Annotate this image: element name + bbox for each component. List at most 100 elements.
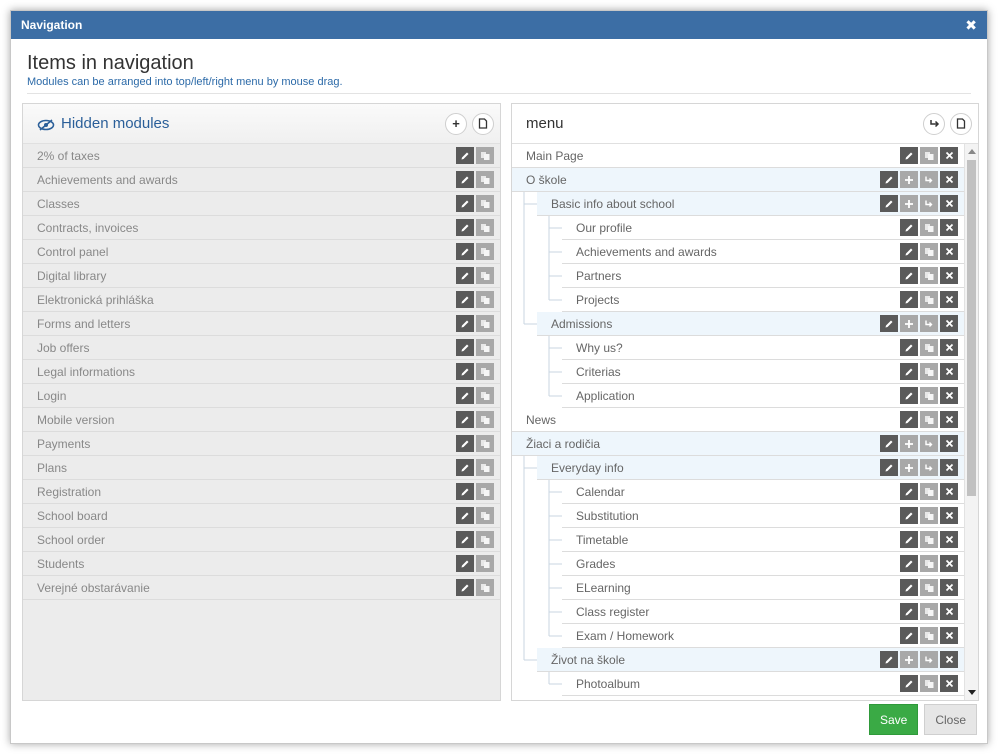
copy-icon[interactable] <box>920 219 938 236</box>
list-item[interactable]: Plans <box>23 456 500 480</box>
copy-icon[interactable] <box>920 339 938 356</box>
copy-icon[interactable] <box>920 507 938 524</box>
delete-icon[interactable] <box>940 363 958 380</box>
delete-icon[interactable] <box>940 675 958 692</box>
copy-icon[interactable] <box>920 531 938 548</box>
edit-icon[interactable] <box>456 387 474 404</box>
copy-icon[interactable] <box>476 459 494 476</box>
redirect-icon[interactable] <box>920 459 938 476</box>
edit-icon[interactable] <box>456 171 474 188</box>
edit-icon[interactable] <box>456 459 474 476</box>
delete-icon[interactable] <box>940 459 958 476</box>
delete-icon[interactable] <box>940 315 958 332</box>
edit-icon[interactable] <box>900 579 918 596</box>
list-item[interactable]: School order <box>23 528 500 552</box>
delete-icon[interactable] <box>940 579 958 596</box>
tree-item[interactable]: Partners <box>562 264 964 288</box>
edit-icon[interactable] <box>456 147 474 164</box>
delete-icon[interactable] <box>940 147 958 164</box>
copy-icon[interactable] <box>920 555 938 572</box>
copy-icon[interactable] <box>920 483 938 500</box>
copy-icon[interactable] <box>476 291 494 308</box>
edit-icon[interactable] <box>456 363 474 380</box>
edit-icon[interactable] <box>880 315 898 332</box>
list-item[interactable]: Legal informations <box>23 360 500 384</box>
copy-icon[interactable] <box>476 267 494 284</box>
tree-item[interactable]: Achievements and awards <box>562 240 964 264</box>
edit-icon[interactable] <box>900 627 918 644</box>
edit-icon[interactable] <box>880 171 898 188</box>
edit-icon[interactable] <box>900 675 918 692</box>
copy-icon[interactable] <box>476 507 494 524</box>
delete-icon[interactable] <box>940 531 958 548</box>
edit-icon[interactable] <box>900 411 918 428</box>
edit-icon[interactable] <box>456 483 474 500</box>
add-child-icon[interactable] <box>900 651 918 668</box>
tree-group-item[interactable]: Everyday info <box>537 456 964 480</box>
edit-icon[interactable] <box>900 507 918 524</box>
copy-icon[interactable] <box>920 147 938 164</box>
copy-icon[interactable] <box>476 195 494 212</box>
tree-item[interactable]: Criterias <box>562 360 964 384</box>
copy-module-button[interactable] <box>472 112 494 135</box>
close-icon[interactable]: ✖ <box>965 18 977 32</box>
copy-icon[interactable] <box>920 675 938 692</box>
delete-icon[interactable] <box>940 603 958 620</box>
list-item[interactable]: Registration <box>23 480 500 504</box>
copy-icon[interactable] <box>920 267 938 284</box>
redirect-icon[interactable] <box>920 651 938 668</box>
edit-icon[interactable] <box>456 507 474 524</box>
copy-icon[interactable] <box>476 411 494 428</box>
edit-icon[interactable] <box>456 411 474 428</box>
copy-icon[interactable] <box>476 363 494 380</box>
edit-icon[interactable] <box>456 579 474 596</box>
edit-icon[interactable] <box>456 435 474 452</box>
copy-icon[interactable] <box>476 387 494 404</box>
tree-item[interactable]: Main Page <box>512 144 964 168</box>
delete-icon[interactable] <box>940 243 958 260</box>
menu-scrollbar[interactable] <box>964 144 978 700</box>
tree-item[interactable]: Exam / Homework <box>562 624 964 648</box>
tree-item[interactable]: News <box>512 408 964 432</box>
tree-group-item[interactable]: Basic info about school <box>537 192 964 216</box>
edit-icon[interactable] <box>900 147 918 164</box>
list-item[interactable]: Job offers <box>23 336 500 360</box>
add-child-icon[interactable] <box>900 195 918 212</box>
copy-icon[interactable] <box>476 219 494 236</box>
tree-item[interactable]: Substitution <box>562 504 964 528</box>
delete-icon[interactable] <box>940 627 958 644</box>
tree-group-item[interactable]: O škole <box>512 168 964 192</box>
edit-icon[interactable] <box>900 555 918 572</box>
edit-icon[interactable] <box>900 291 918 308</box>
delete-icon[interactable] <box>940 195 958 212</box>
add-child-icon[interactable] <box>900 315 918 332</box>
close-button[interactable]: Close <box>924 704 977 735</box>
redirect-icon[interactable] <box>920 195 938 212</box>
list-item[interactable]: Login <box>23 384 500 408</box>
copy-icon[interactable] <box>920 243 938 260</box>
redirect-icon[interactable] <box>920 315 938 332</box>
tree-item[interactable]: ELearning <box>562 576 964 600</box>
add-child-icon[interactable] <box>900 171 918 188</box>
edit-icon[interactable] <box>900 339 918 356</box>
list-item[interactable]: Control panel <box>23 240 500 264</box>
edit-icon[interactable] <box>900 531 918 548</box>
delete-icon[interactable] <box>940 483 958 500</box>
list-item[interactable]: Students <box>23 552 500 576</box>
copy-icon[interactable] <box>920 603 938 620</box>
delete-icon[interactable] <box>940 267 958 284</box>
scroll-down-icon[interactable] <box>968 690 976 695</box>
edit-icon[interactable] <box>456 267 474 284</box>
redirect-icon[interactable] <box>920 435 938 452</box>
copy-menu-button[interactable] <box>950 112 972 135</box>
list-item[interactable]: Achievements and awards <box>23 168 500 192</box>
tree-item[interactable]: Grades <box>562 552 964 576</box>
tree-item[interactable]: Application <box>562 384 964 408</box>
edit-icon[interactable] <box>900 219 918 236</box>
delete-icon[interactable] <box>940 555 958 572</box>
copy-icon[interactable] <box>476 483 494 500</box>
copy-icon[interactable] <box>476 171 494 188</box>
edit-icon[interactable] <box>900 363 918 380</box>
copy-icon[interactable] <box>476 243 494 260</box>
list-item[interactable]: School board <box>23 504 500 528</box>
